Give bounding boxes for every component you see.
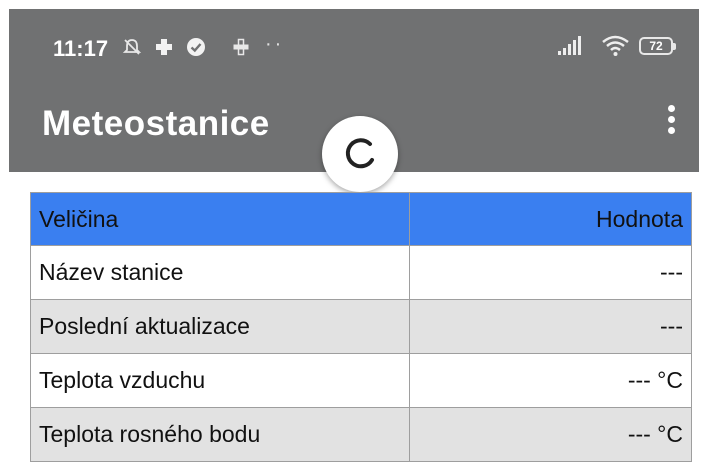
- table-row: Název stanice ---: [30, 245, 692, 300]
- row-value: --- °C: [409, 407, 692, 462]
- table-header-row: Veličina Hodnota: [30, 192, 692, 246]
- loading-spinner-icon: [345, 138, 374, 169]
- app-title: Meteostanice: [42, 104, 270, 143]
- row-label: Poslední aktualizace: [30, 299, 410, 354]
- row-label: Název stanice: [30, 245, 410, 300]
- plus-outline-icon: [233, 38, 249, 56]
- check-circle-icon: [187, 38, 205, 56]
- table-row: Poslední aktualizace ---: [30, 299, 692, 354]
- bell-muted-icon: [122, 39, 142, 55]
- row-value: ---: [409, 245, 692, 300]
- more-notifications-indicator: ··: [265, 33, 285, 55]
- status-time: 11:17: [53, 36, 109, 61]
- row-label: Teplota rosného bodu: [30, 407, 410, 462]
- row-value: ---: [409, 299, 692, 354]
- signal-strength-icon: [558, 36, 581, 55]
- menu-dot: [667, 105, 675, 112]
- plus-badge-icon: [156, 39, 172, 55]
- battery-indicator: 72: [639, 37, 676, 55]
- screen-top-border: [0, 0, 705, 9]
- table-row: Teplota vzduchu --- °C: [30, 353, 692, 408]
- column-header-value: Hodnota: [409, 192, 692, 246]
- menu-dot: [667, 116, 675, 123]
- menu-dot: [667, 127, 675, 134]
- row-label: Teplota vzduchu: [30, 353, 410, 408]
- status-bar: 11:17 ·· 72: [9, 9, 699, 79]
- column-header-quantity: Veličina: [30, 192, 410, 246]
- table-row: Teplota rosného bodu --- °C: [30, 407, 692, 462]
- row-value: --- °C: [409, 353, 692, 408]
- weather-data-table: Veličina Hodnota Název stanice --- Posle…: [30, 192, 692, 462]
- wifi-icon: [602, 35, 629, 56]
- overflow-menu-button[interactable]: [659, 101, 683, 145]
- refresh-spinner: [322, 116, 398, 192]
